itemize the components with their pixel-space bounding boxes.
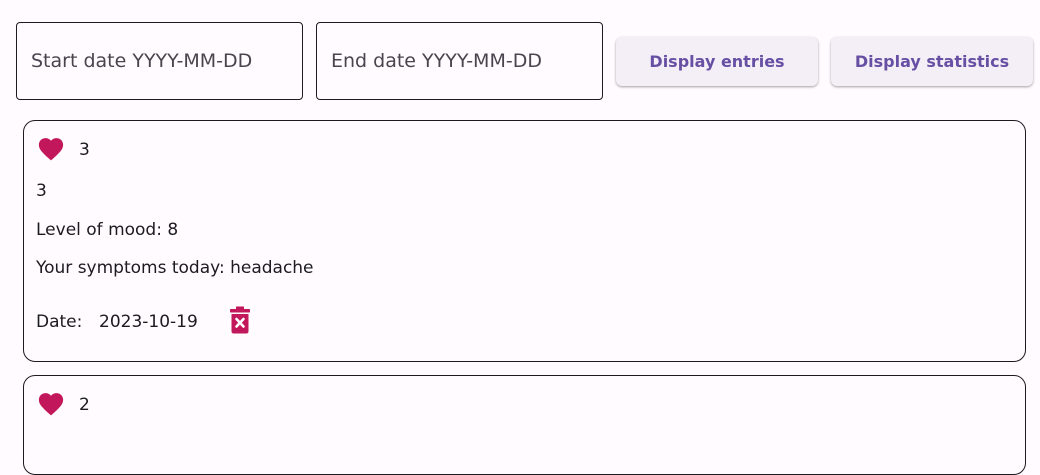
start-date-input[interactable] bbox=[16, 22, 303, 100]
entry-card: 2 bbox=[23, 375, 1026, 475]
entry-subtitle: 3 bbox=[36, 181, 47, 201]
date-value: 2023-10-19 bbox=[99, 312, 198, 332]
display-entries-button[interactable]: Display entries bbox=[616, 37, 818, 86]
entry-title: 2 bbox=[79, 395, 90, 415]
heart-icon bbox=[38, 137, 64, 161]
date-label: Date: bbox=[36, 312, 83, 332]
mood-level-text: Level of mood: 8 bbox=[36, 220, 179, 240]
entry-card: 3 3 Level of mood: 8 Your symptoms today… bbox=[23, 120, 1026, 362]
delete-entry-icon[interactable] bbox=[229, 306, 251, 334]
heart-icon bbox=[38, 392, 64, 416]
entry-title: 3 bbox=[79, 140, 90, 160]
symptoms-text: Your symptoms today: headache bbox=[36, 258, 314, 278]
display-statistics-button[interactable]: Display statistics bbox=[831, 37, 1033, 86]
end-date-input[interactable] bbox=[316, 22, 603, 100]
toolbar: Display entries Display statistics bbox=[0, 0, 1040, 110]
